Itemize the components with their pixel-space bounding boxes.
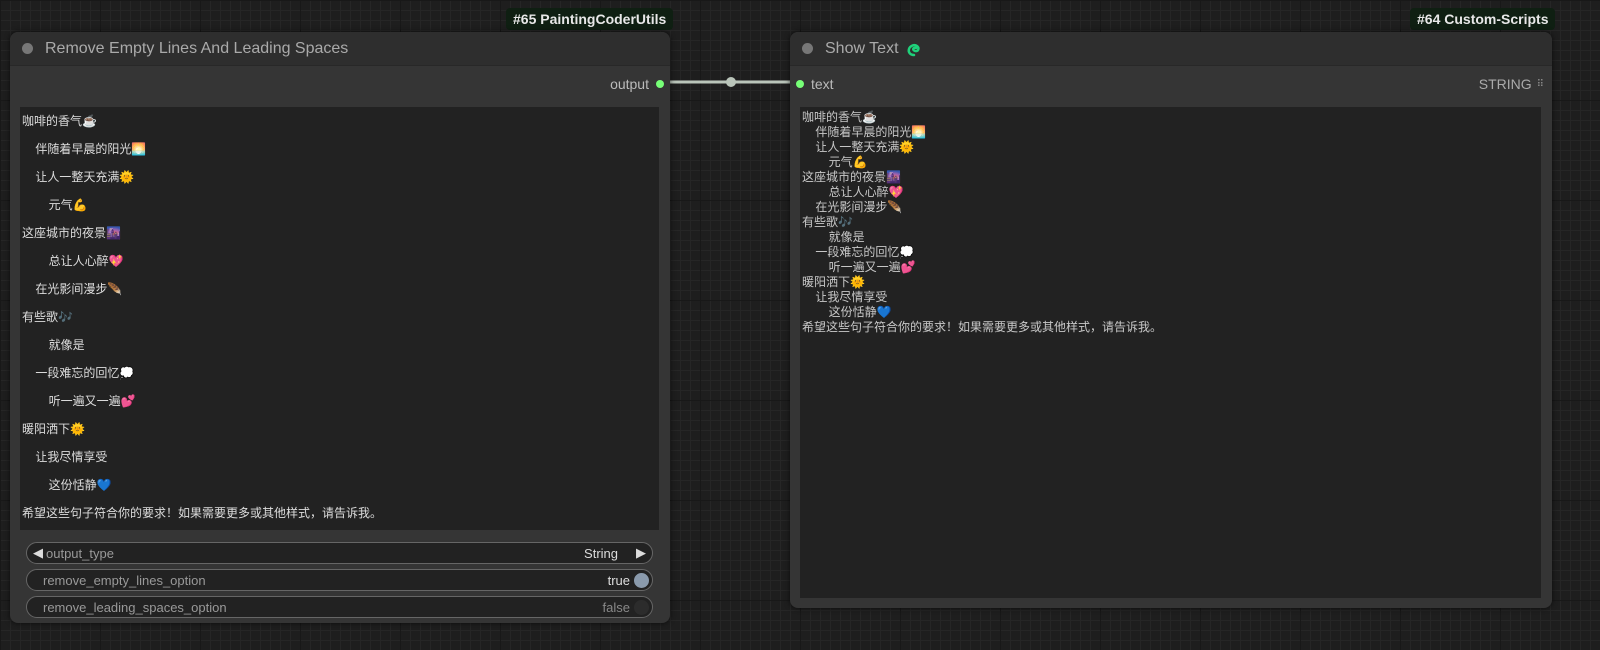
- text-line: 这座城市的夜景🌆: [22, 226, 121, 240]
- widget-label: remove_leading_spaces_option: [43, 599, 227, 615]
- collapse-dot[interactable]: [22, 43, 33, 54]
- collapse-dot[interactable]: [802, 43, 813, 54]
- output-slot-dot[interactable]: [656, 80, 664, 88]
- node-title: Show Text: [825, 39, 899, 57]
- text-line: 咖啡的香气☕: [22, 114, 97, 128]
- output-label: output: [610, 76, 649, 92]
- input-text-area[interactable]: 咖啡的香气☕ 伴随着早晨的阳光🌅 让人一整天充满🌞 元气💪 这座城市的夜景🌆 总让…: [20, 107, 659, 530]
- type-label: STRING: [1478, 76, 1532, 92]
- remove-leading-spaces-toggle[interactable]: remove_leading_spaces_option false: [26, 596, 653, 618]
- text-line: 暖阳洒下🌞: [22, 422, 85, 436]
- text-line: 让人一整天充满🌞: [802, 140, 915, 154]
- widget-value: false: [602, 599, 630, 615]
- widget-value: true: [607, 572, 630, 588]
- text-line: 就像是: [802, 230, 865, 244]
- widget-value: String: [584, 545, 618, 561]
- text-input-slot[interactable]: text: [796, 76, 834, 92]
- text-line: 一段难忘的回忆💭: [802, 245, 915, 259]
- text-line: 在光影间漫步🪶: [802, 200, 903, 214]
- toggle-on-indicator: [634, 572, 649, 588]
- node-title: Remove Empty Lines And Leading Spaces: [45, 39, 349, 57]
- grid-icon: ⠿: [1536, 78, 1544, 90]
- text-line: 希望这些句子符合你的要求！如果需要更多或其他样式，请告诉我。: [802, 320, 1163, 334]
- text-line: 元气💪: [22, 198, 88, 212]
- show-text-node[interactable]: Show Text text STRING ⠿ 咖啡的香气☕ 伴随着早晨的阳光🌅 …: [790, 32, 1552, 608]
- output-slot[interactable]: output: [610, 76, 664, 92]
- widget-label: remove_empty_lines_option: [43, 572, 206, 588]
- text-line: 有些歌🎶: [802, 215, 853, 229]
- node-title-bar[interactable]: Remove Empty Lines And Leading Spaces: [10, 32, 670, 66]
- text-line: 就像是: [22, 338, 85, 352]
- text-line: 总让人心醉💖: [22, 254, 124, 268]
- link-midpoint[interactable]: [726, 77, 736, 87]
- output-text-display[interactable]: 咖啡的香气☕ 伴随着早晨的阳光🌅 让人一整天充满🌞 元气💪 这座城市的夜景🌆 总让…: [800, 107, 1541, 598]
- text-line: 一段难忘的回忆💭: [22, 366, 135, 380]
- text-line: 听一遍又一遍💕: [802, 260, 916, 274]
- text-line: 让人一整天充满🌞: [22, 170, 135, 184]
- node-title-bar[interactable]: Show Text: [790, 32, 1552, 66]
- text-line: 让我尽情享受: [802, 290, 888, 304]
- text-line: 总让人心醉💖: [802, 185, 904, 199]
- text-line: 希望这些句子符合你的要求！如果需要更多或其他样式，请告诉我。: [22, 506, 383, 520]
- arrow-left-icon[interactable]: ◀: [33, 545, 43, 561]
- text-line: 元气💪: [802, 155, 868, 169]
- text-line: 有些歌🎶: [22, 310, 73, 324]
- input-slot-dot[interactable]: [796, 80, 804, 88]
- remove-empty-lines-toggle[interactable]: remove_empty_lines_option true: [26, 569, 653, 591]
- text-line: 让我尽情享受: [22, 450, 108, 464]
- text-line: 这座城市的夜景🌆: [802, 170, 901, 184]
- input-label: text: [811, 76, 834, 92]
- text-line: 听一遍又一遍💕: [22, 394, 136, 408]
- text-line: 在光影间漫步🪶: [22, 282, 123, 296]
- text-line: 咖啡的香气☕: [802, 110, 877, 124]
- widget-label: output_type: [46, 545, 114, 561]
- toggle-off-indicator: [634, 599, 649, 615]
- text-line: 伴随着早晨的阳光🌅: [802, 125, 927, 139]
- remove-empty-lines-node[interactable]: Remove Empty Lines And Leading Spaces ou…: [10, 32, 670, 623]
- text-line: 这份恬静💙: [802, 305, 892, 319]
- output-type-combo[interactable]: ◀ output_type String ▶: [26, 542, 653, 564]
- text-line: 伴随着早晨的阳光🌅: [22, 142, 147, 156]
- string-type: STRING ⠿: [1479, 76, 1544, 92]
- snake-icon: [907, 43, 920, 56]
- text-line: 暖阳洒下🌞: [802, 275, 865, 289]
- arrow-right-icon[interactable]: ▶: [636, 545, 646, 561]
- text-line: 这份恬静💙: [22, 478, 112, 492]
